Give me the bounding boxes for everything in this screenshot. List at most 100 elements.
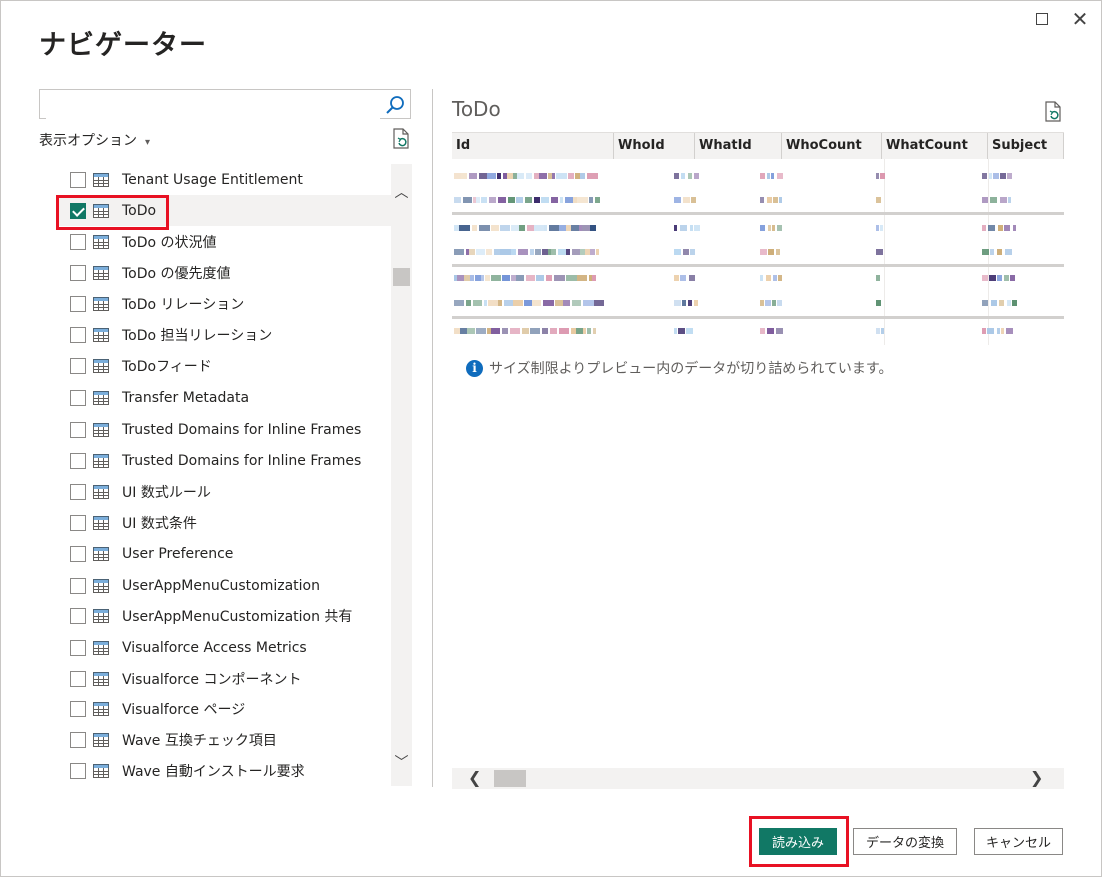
redacted-cell-pixel — [530, 249, 534, 255]
list-item[interactable]: ToDo — [56, 195, 391, 226]
list-item[interactable]: ToDo リレーション — [56, 288, 391, 319]
list-item[interactable]: Transfer Metadata — [56, 382, 391, 413]
column-header[interactable]: Subject — [988, 133, 1064, 159]
maximize-icon[interactable] — [1032, 9, 1052, 29]
redacted-cell-pixel — [998, 225, 1003, 231]
refresh-icon[interactable] — [391, 128, 411, 150]
column-header[interactable]: WhatId — [695, 133, 782, 159]
redacted-cell-pixel — [454, 300, 464, 306]
checkbox[interactable] — [70, 326, 86, 343]
redacted-cell-pixel — [542, 328, 548, 334]
list-item[interactable]: Tenant Usage Entitlement — [56, 164, 391, 195]
preview-horizontal-scrollbar[interactable]: ❮ ❯ — [452, 768, 1064, 789]
checkbox-checked[interactable] — [70, 202, 86, 219]
list-item[interactable]: UserAppMenuCustomization 共有 — [56, 600, 391, 631]
search-input[interactable] — [46, 91, 380, 119]
table-icon — [93, 701, 109, 716]
column-header[interactable]: WhatCount — [882, 133, 988, 159]
redacted-cell-pixel — [559, 328, 569, 334]
checkbox[interactable] — [70, 731, 86, 748]
display-options-dropdown[interactable]: 表示オプション ▾ — [39, 130, 150, 150]
list-item[interactable]: UI 数式ルール — [56, 476, 391, 507]
checkbox[interactable] — [70, 700, 86, 717]
redacted-cell-pixel — [513, 300, 523, 306]
list-item[interactable]: Visualforce Access Metrics — [56, 632, 391, 663]
column-header[interactable]: Id — [452, 133, 614, 159]
redacted-cell-pixel — [694, 173, 699, 179]
list-item[interactable]: Trusted Domains for Inline Frames — [56, 414, 391, 445]
pane-divider[interactable] — [432, 89, 433, 787]
list-vertical-scrollbar[interactable]: ︿ ﹀ — [391, 164, 412, 786]
checkbox[interactable] — [70, 577, 86, 594]
list-item[interactable]: UI 数式条件 — [56, 507, 391, 538]
close-icon[interactable]: ✕ — [1070, 7, 1090, 31]
column-header[interactable]: WhoId — [614, 133, 695, 159]
checkbox[interactable] — [70, 233, 86, 250]
checkbox[interactable] — [70, 639, 86, 656]
scroll-down-icon[interactable]: ﹀ — [391, 752, 412, 772]
checkbox[interactable] — [70, 483, 86, 500]
refresh-preview-icon[interactable] — [1043, 101, 1063, 123]
checkbox[interactable] — [70, 452, 86, 469]
redacted-cell-pixel — [686, 328, 693, 334]
checkbox[interactable] — [70, 545, 86, 562]
checkbox[interactable] — [70, 607, 86, 624]
cancel-button[interactable]: キャンセル — [974, 828, 1063, 855]
scroll-thumb[interactable] — [393, 268, 410, 286]
checkbox[interactable] — [70, 357, 86, 374]
redacted-cell-pixel — [582, 225, 590, 231]
redacted-cell-pixel — [580, 173, 585, 179]
checkbox[interactable] — [70, 514, 86, 531]
checkbox[interactable] — [70, 171, 86, 188]
redacted-cell-pixel — [485, 275, 490, 281]
checkbox[interactable] — [70, 264, 86, 281]
list-item-label: ToDo の優先度値 — [122, 265, 231, 282]
redacted-cell-pixel — [536, 275, 544, 281]
list-item[interactable]: ToDo の優先度値 — [56, 257, 391, 288]
load-button[interactable]: 読み込み — [759, 828, 837, 855]
redacted-cell-pixel — [982, 197, 988, 203]
redacted-cell-pixel — [517, 173, 524, 179]
redacted-cell-pixel — [511, 249, 516, 255]
list-item[interactable]: ToDo 担当リレーション — [56, 319, 391, 350]
list-item[interactable]: Visualforce コンポーネント — [56, 663, 391, 694]
redacted-cell-pixel — [990, 249, 994, 255]
redacted-cell-pixel — [982, 173, 987, 179]
redacted-cell-pixel — [491, 275, 501, 281]
checkbox[interactable] — [70, 421, 86, 438]
checkbox[interactable] — [70, 762, 86, 779]
checkbox[interactable] — [70, 670, 86, 687]
list-item-label: ToDoフィード — [122, 358, 212, 375]
list-item[interactable]: ToDo の状況値 — [56, 226, 391, 257]
redacted-cell-pixel — [776, 249, 780, 255]
list-item[interactable]: Visualforce ページ — [56, 693, 391, 724]
hscroll-thumb[interactable] — [494, 770, 526, 787]
transform-data-button[interactable]: データの変換 — [853, 828, 957, 855]
redacted-cell-pixel — [691, 197, 696, 203]
redacted-cell-pixel — [534, 197, 540, 203]
list-item[interactable]: Wave 自動インストール要求 — [56, 755, 391, 786]
scroll-left-icon[interactable]: ❮ — [468, 768, 481, 787]
redacted-cell-pixel — [767, 197, 772, 203]
redacted-cell-pixel — [457, 275, 464, 281]
list-item[interactable]: Trusted Domains for Inline Frames — [56, 445, 391, 476]
redacted-cell-pixel — [566, 249, 570, 255]
list-item[interactable]: UserAppMenuCustomization — [56, 570, 391, 601]
redacted-cell-pixel — [760, 300, 764, 306]
redacted-cell-pixel — [990, 197, 997, 203]
search-icon[interactable] — [384, 94, 406, 116]
list-item[interactable]: Wave 互換チェック項目 — [56, 724, 391, 755]
column-header[interactable]: WhoCount — [782, 133, 882, 159]
redacted-cell-pixel — [590, 249, 595, 255]
checkbox[interactable] — [70, 389, 86, 406]
list-item[interactable]: User Preference — [56, 538, 391, 569]
redacted-cell-pixel — [534, 225, 544, 231]
redacted-cell-pixel — [777, 173, 783, 179]
scroll-right-icon[interactable]: ❯ — [1030, 768, 1043, 787]
scroll-up-icon[interactable]: ︿ — [391, 182, 412, 202]
redacted-cell-pixel — [590, 225, 596, 231]
redacted-cell-pixel — [982, 275, 988, 281]
list-item[interactable]: ToDoフィード — [56, 350, 391, 381]
redacted-cell-pixel — [576, 328, 583, 334]
checkbox[interactable] — [70, 295, 86, 312]
